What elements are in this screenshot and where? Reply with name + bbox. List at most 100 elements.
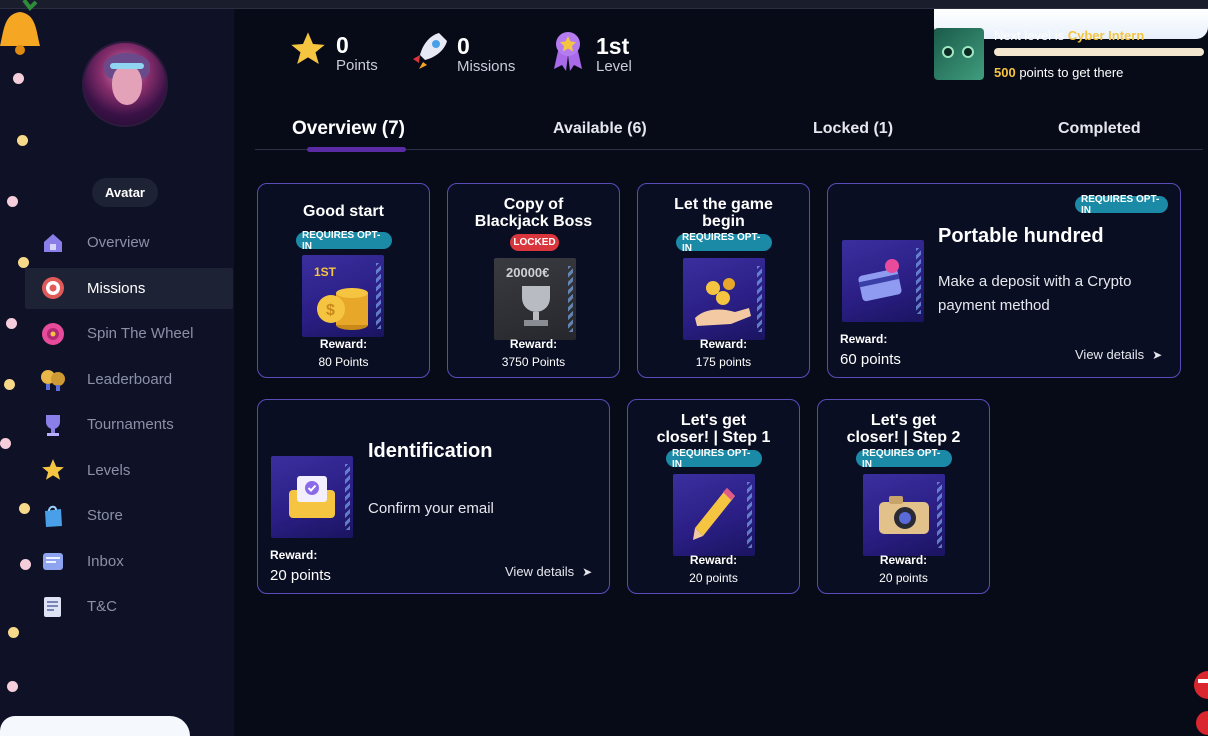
- tab-locked[interactable]: Locked (1): [813, 120, 893, 138]
- crypto-card-artwork: [842, 240, 924, 322]
- sidebar-item-missions[interactable]: Missions: [25, 267, 233, 309]
- sidebar-item-label: Store: [87, 507, 123, 524]
- envelope-check-icon: [289, 476, 335, 518]
- mission-card-identification[interactable]: Identification Confirm your email Reward…: [257, 399, 610, 594]
- arrow-right-icon: ➤: [1152, 347, 1163, 362]
- trophy-icon: [522, 286, 550, 326]
- mission-card-let-the-game-begin[interactable]: Let the game begin REQUIRES OPT-IN Rewar…: [637, 183, 810, 378]
- wheel-icon: [38, 319, 68, 349]
- light-bulb: [6, 318, 17, 329]
- opt-in-badge: REQUIRES OPT-IN: [676, 232, 772, 254]
- arrow-right-icon: ➤: [582, 564, 593, 579]
- level-progress-bar: [994, 48, 1204, 56]
- missions-value: 0: [457, 33, 470, 59]
- reward-value: 175 points: [695, 355, 752, 369]
- opt-in-badge: REQUIRES OPT-IN: [296, 230, 392, 252]
- inbox-icon: [38, 546, 68, 576]
- string-lights: [0, 0, 31, 736]
- trophy-icon: [38, 410, 68, 440]
- star-icon: [286, 29, 330, 78]
- opt-in-badge: REQUIRES OPT-IN: [1075, 194, 1168, 216]
- reward-value: 60 points: [840, 351, 901, 368]
- sidebar-item-label: Leaderboard: [87, 370, 173, 388]
- svg-text:$: $: [326, 302, 335, 319]
- mission-title-line1: Let's get: [870, 412, 937, 429]
- avatar[interactable]: [82, 41, 168, 127]
- reward-value: 80 Points: [318, 355, 369, 369]
- mission-card-blackjack-boss[interactable]: Copy of Blackjack Boss LOCKED 20000€ Rew…: [447, 183, 620, 378]
- art-caption: 20000€: [506, 265, 550, 280]
- tab-overview[interactable]: Overview (7): [292, 118, 405, 140]
- art-caption: 1ST: [314, 265, 337, 279]
- reward-label: Reward:: [840, 332, 888, 346]
- reward-label: Reward:: [509, 337, 558, 351]
- missions-stat: 0 Missions: [407, 29, 515, 80]
- next-level-name: Cyber Intern: [1067, 28, 1145, 43]
- points-needed-value: 500: [994, 65, 1016, 80]
- light-bulb: [20, 559, 31, 570]
- reward-label: Reward:: [699, 337, 748, 351]
- sidebar-item-tournaments[interactable]: Tournaments: [25, 404, 233, 445]
- sidebar: Avatar Overview Missions Spin The Wheel …: [0, 9, 234, 736]
- avatar-visor: [110, 63, 144, 69]
- light-bulb: [8, 627, 19, 638]
- sidebar-item-overview[interactable]: Overview: [25, 222, 233, 263]
- sidebar-item-label: Levels: [87, 461, 131, 479]
- view-details-link[interactable]: View details ➤: [1075, 347, 1162, 362]
- light-bulb: [7, 196, 18, 207]
- candy-ornament-icon: [1194, 671, 1208, 735]
- level-label: Level: [596, 58, 632, 75]
- light-bulb: [19, 503, 30, 514]
- mission-title-line1: Let the game: [674, 196, 773, 213]
- sidebar-item-spin-the-wheel[interactable]: Spin The Wheel: [25, 313, 233, 354]
- sidebar-item-inbox[interactable]: Inbox: [25, 541, 233, 582]
- view-details-link[interactable]: View details ➤: [505, 564, 592, 579]
- sidebar-item-tandc[interactable]: T&C: [25, 586, 233, 627]
- opt-in-badge: REQUIRES OPT-IN: [666, 448, 762, 470]
- coins-artwork: 1ST $: [302, 255, 384, 337]
- header: 0 Points 0 Missions 1st Level Next level…: [234, 9, 1208, 97]
- reward-value: 20 points: [879, 571, 928, 585]
- credit-card-icon: [858, 259, 902, 302]
- view-details-label: View details: [1075, 347, 1145, 362]
- mission-card-portable-hundred[interactable]: REQUIRES OPT-IN Portable hundred Make a …: [827, 183, 1181, 378]
- tab-available[interactable]: Available (6): [553, 120, 647, 138]
- top-strip: [0, 0, 1208, 9]
- mission-card-step-1[interactable]: Let's get closer! | Step 1 REQUIRES OPT-…: [627, 399, 800, 594]
- mission-description: Confirm your email: [368, 500, 494, 517]
- reward-label: Reward:: [270, 548, 318, 562]
- cyber-intern-avatar: [934, 28, 984, 80]
- document-icon: [38, 592, 68, 622]
- reward-label: Reward:: [689, 553, 738, 567]
- mission-card-step-2[interactable]: Let's get closer! | Step 2 REQUIRES OPT-…: [817, 399, 990, 594]
- sidebar-item-levels[interactable]: Levels: [25, 450, 233, 491]
- light-bulb: [0, 438, 11, 449]
- sidebar-item-label: Spin The Wheel: [87, 325, 194, 342]
- light-bulb: [18, 257, 29, 268]
- reward-label: Reward:: [319, 337, 368, 351]
- mission-card-good-start[interactable]: Good start REQUIRES OPT-IN 1ST $ Reward:…: [257, 183, 430, 378]
- points-value: 0: [336, 32, 349, 58]
- coin-stack-icon: $: [317, 288, 368, 330]
- mission-title-line2: Blackjack Boss: [474, 213, 593, 230]
- light-bulb: [7, 681, 18, 692]
- sidebar-item-store[interactable]: Store: [25, 495, 233, 536]
- medals-icon: [38, 364, 68, 394]
- hand-coins-artwork: [683, 258, 765, 340]
- locked-badge: LOCKED: [510, 234, 559, 251]
- avatar-face: [112, 65, 142, 105]
- mission-title: Good start: [303, 203, 384, 220]
- sidebar-item-label: T&C: [87, 598, 117, 615]
- sidebar-item-label: Missions: [87, 279, 146, 297]
- hand-with-coins-icon: [695, 278, 751, 326]
- avatar-button[interactable]: Avatar: [92, 178, 158, 207]
- star-icon: [38, 455, 68, 485]
- opt-in-badge: REQUIRES OPT-IN: [856, 448, 952, 470]
- tab-completed[interactable]: Completed: [1058, 120, 1141, 138]
- level-value: 1st: [596, 33, 630, 59]
- target-icon: [38, 273, 68, 303]
- robot-eye: [962, 46, 974, 58]
- camera-artwork: [863, 474, 945, 556]
- sidebar-item-leaderboard[interactable]: Leaderboard: [25, 359, 233, 400]
- light-bulb: [17, 135, 28, 146]
